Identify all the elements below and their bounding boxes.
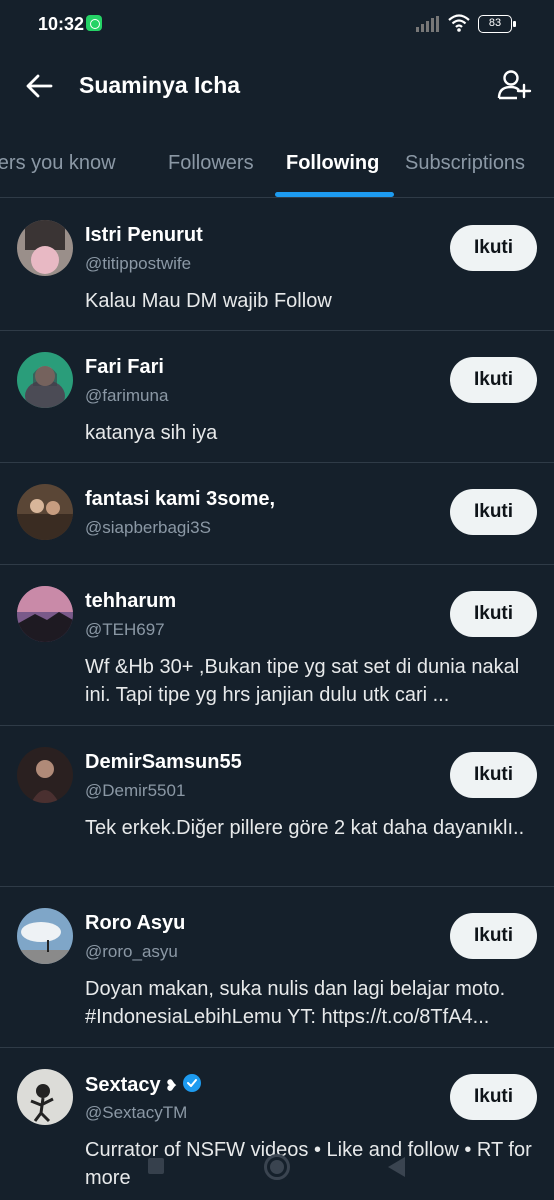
user-handle: @siapberbagi3S bbox=[85, 518, 211, 537]
user-name[interactable]: DemirSamsun55 bbox=[85, 751, 242, 774]
user-handle: @farimuna bbox=[85, 386, 169, 405]
recent-apps-icon[interactable] bbox=[148, 1158, 164, 1174]
user-bio: Wf &Hb 30+ ,Bukan tipe yg sat set di dun… bbox=[85, 656, 520, 706]
whatsapp-notification-icon bbox=[86, 15, 102, 31]
avatar[interactable] bbox=[17, 586, 73, 642]
avatar[interactable] bbox=[17, 220, 73, 276]
active-tab-indicator bbox=[275, 192, 394, 197]
list-item[interactable]: Fari Fari @farimuna katanya sih iya Ikut… bbox=[0, 331, 554, 463]
system-nav-bar bbox=[0, 1150, 554, 1200]
user-name-text: Sextacy bbox=[85, 1074, 161, 1096]
avatar[interactable] bbox=[17, 908, 73, 964]
back-arrow-icon[interactable] bbox=[24, 71, 54, 101]
follow-button[interactable]: Ikuti bbox=[450, 489, 537, 535]
user-bio: Tek erkek.Diğer pillere göre 2 kat daha … bbox=[85, 817, 525, 839]
header: Suaminya Icha bbox=[0, 55, 554, 115]
tab-subscriptions[interactable]: Subscriptions bbox=[405, 152, 525, 175]
user-name[interactable]: Sextacy ❥ bbox=[85, 1073, 202, 1097]
list-item[interactable]: fantasi kami 3some, @siapberbagi3S Ikuti bbox=[0, 463, 554, 565]
home-icon[interactable] bbox=[264, 1154, 290, 1180]
user-name[interactable]: tehharum bbox=[85, 590, 176, 613]
verified-badge-icon bbox=[183, 1074, 202, 1092]
list-item[interactable]: DemirSamsun55 @Demir5501 Tek erkek.Diğer… bbox=[0, 726, 554, 887]
tab-followers[interactable]: Followers bbox=[168, 152, 254, 175]
avatar[interactable] bbox=[17, 484, 73, 540]
user-bio: Kalau Mau DM wajib Follow bbox=[85, 290, 332, 312]
tab-followers-you-know[interactable]: Followers you know bbox=[0, 152, 116, 175]
list-item[interactable]: Istri Penurut @titippostwife Kalau Mau D… bbox=[0, 199, 554, 331]
status-time: 10:32 bbox=[38, 14, 85, 34]
user-bio: Doyan makan, suka nulis dan lagi belajar… bbox=[85, 978, 506, 1028]
follow-button[interactable]: Ikuti bbox=[450, 357, 537, 403]
user-handle: @SextacyTM bbox=[85, 1103, 188, 1122]
user-bio: katanya sih iya bbox=[85, 422, 218, 444]
user-handle: @Demir5501 bbox=[85, 781, 186, 800]
tab-bar: Followers you know Followers Following S… bbox=[0, 130, 554, 198]
follow-button[interactable]: Ikuti bbox=[450, 1074, 537, 1120]
tab-following[interactable]: Following bbox=[286, 152, 379, 175]
user-handle: @roro_asyu bbox=[85, 942, 178, 961]
page-title: Suaminya Icha bbox=[79, 72, 241, 98]
battery-level: 83 bbox=[488, 17, 502, 29]
avatar[interactable] bbox=[17, 1069, 73, 1125]
user-handle: @TEH697 bbox=[85, 620, 165, 639]
follow-button[interactable]: Ikuti bbox=[450, 591, 537, 637]
add-user-icon[interactable] bbox=[496, 67, 532, 103]
status-bar: 10:32 83 bbox=[0, 0, 554, 50]
following-list: Istri Penurut @titippostwife Kalau Mau D… bbox=[0, 199, 554, 1200]
system-back-icon[interactable] bbox=[388, 1157, 405, 1177]
wifi-icon bbox=[448, 14, 470, 32]
user-handle: @titippostwife bbox=[85, 254, 192, 273]
user-name[interactable]: Roro Asyu bbox=[85, 912, 185, 935]
list-item[interactable]: Roro Asyu @roro_asyu Doyan makan, suka n… bbox=[0, 887, 554, 1048]
user-name[interactable]: Istri Penurut bbox=[85, 224, 203, 247]
signal-icon bbox=[416, 16, 439, 32]
follow-button[interactable]: Ikuti bbox=[450, 913, 537, 959]
user-name[interactable]: fantasi kami 3some, bbox=[85, 488, 275, 511]
follow-button[interactable]: Ikuti bbox=[450, 225, 537, 271]
battery-icon: 83 bbox=[478, 15, 516, 33]
list-item[interactable]: tehharum @TEH697 Wf &Hb 30+ ,Bukan tipe … bbox=[0, 565, 554, 726]
follow-button[interactable]: Ikuti bbox=[450, 752, 537, 798]
user-name[interactable]: Fari Fari bbox=[85, 356, 164, 379]
heart-icon: ❥ bbox=[164, 1078, 179, 1095]
avatar[interactable] bbox=[17, 352, 73, 408]
avatar[interactable] bbox=[17, 747, 73, 803]
